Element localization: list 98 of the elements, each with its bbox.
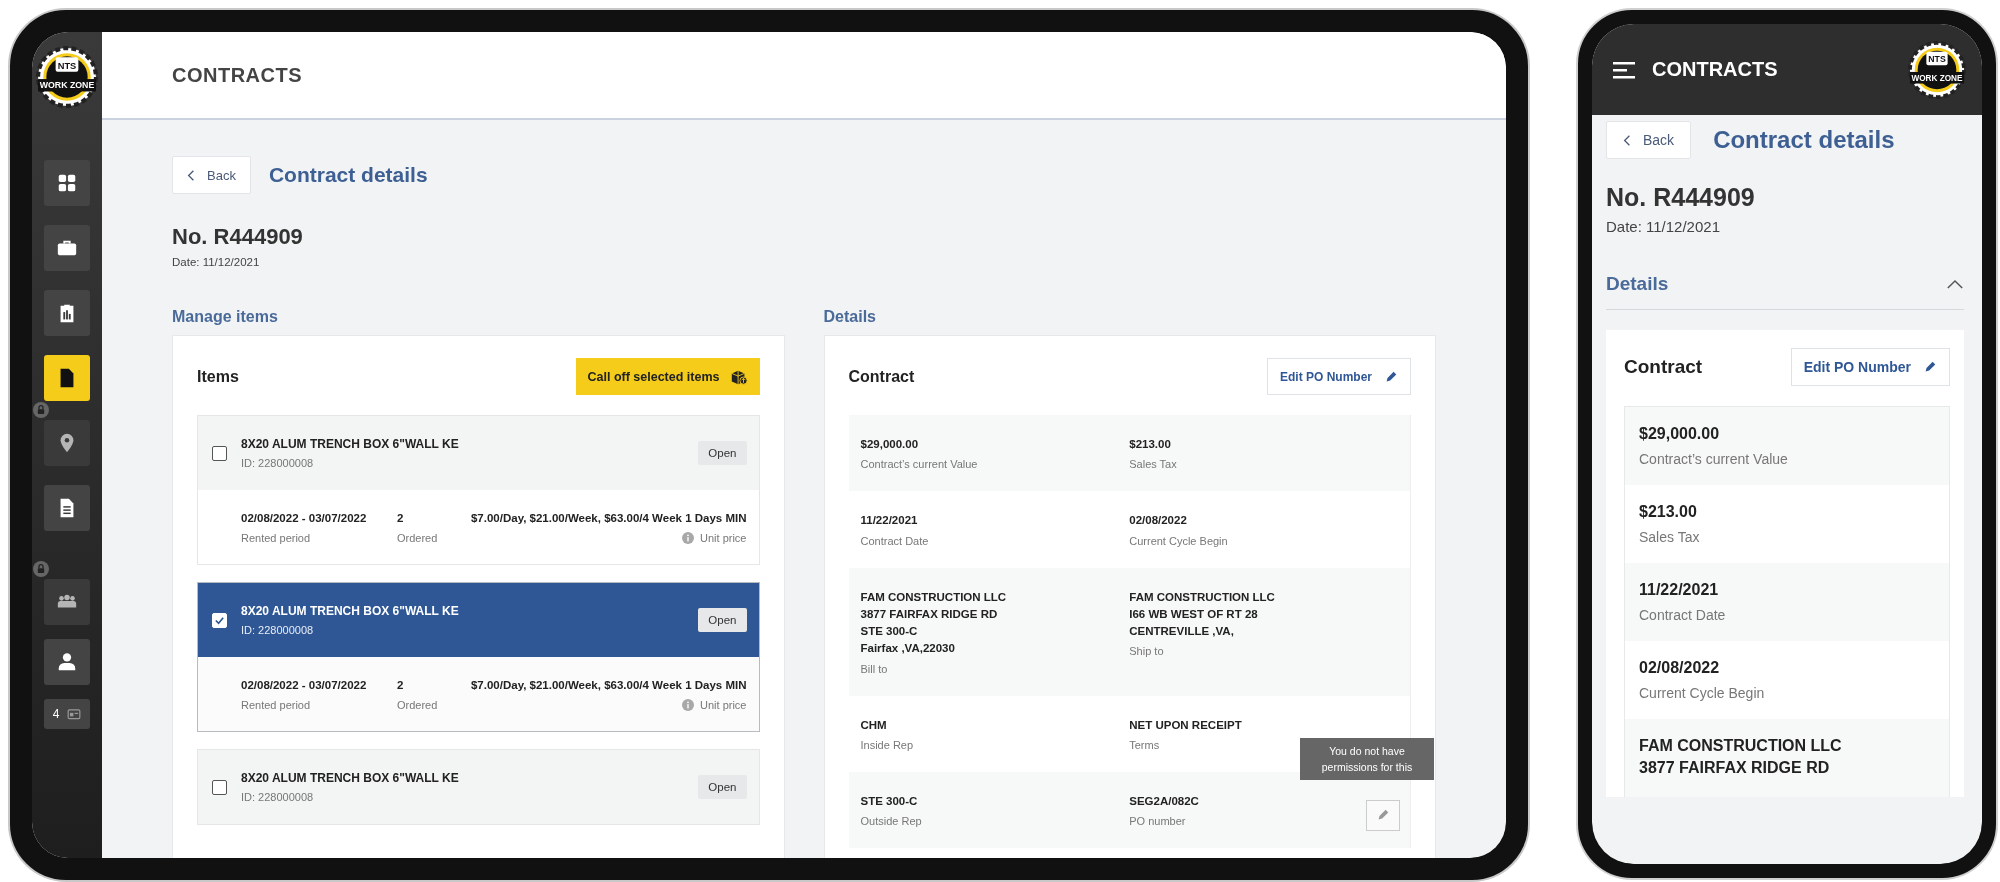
card-title: Contract <box>848 367 915 386</box>
item-header[interactable]: 8X20 ALUM TRENCH BOX 6"WALL KE ID: 228000008 Open <box>198 583 759 657</box>
field-label: Ship to <box>1129 645 1164 658</box>
unit-price-value: $7.00/Day, $21.00/Week, $63.00/4 Week 1 Days MIN <box>469 677 747 693</box>
user-icon <box>56 651 78 673</box>
sidebar-item[interactable] <box>44 225 90 271</box>
field-label: Sales Tax <box>1639 529 1700 546</box>
calendar-counter[interactable]: 4 <box>44 699 90 729</box>
card-title: Contract <box>1624 356 1703 378</box>
field-value: SEG2A/082C <box>1129 793 1199 809</box>
field-label: Terms <box>1129 738 1160 751</box>
unit-price-label: Unit price <box>700 699 747 712</box>
item-name: 8X20 ALUM TRENCH BOX 6"WALL KE <box>241 604 460 618</box>
field-value: 02/08/2022 <box>1639 658 1720 678</box>
field-value: $29,000.00 <box>860 437 919 452</box>
sidebar-item[interactable] <box>44 485 90 531</box>
field-label: Contract Date <box>860 534 929 547</box>
contract-number: No. R444909 <box>1606 183 1756 212</box>
ordered-value: 2 <box>397 510 405 526</box>
field-label: Sales Tax <box>1129 458 1177 471</box>
work-zone-logo: NTS WORK ZONE <box>36 46 98 108</box>
page-header-title: CONTRACTS <box>1652 58 1779 81</box>
counter-value: 4 <box>52 707 60 721</box>
card-title: Items <box>197 367 239 386</box>
calendar-icon <box>67 708 82 720</box>
field-value: FAM CONSTRUCTION LLC 3877 FAIRFAX RIDGE RD STE 300-C Fairfax ,VA,22030 <box>860 589 1007 657</box>
ordered-label: Ordered <box>397 532 439 545</box>
pencil-icon <box>1923 360 1937 374</box>
rented-period-value: 02/08/2022 - 03/07/2022 <box>241 677 368 693</box>
field-label: Contract’s current Value <box>1639 451 1788 468</box>
field-value: FAM CONSTRUCTION LLC 3877 FAIRFAX RIDGE RD <box>1639 736 1842 779</box>
edit-po-number-button[interactable]: Edit PO Number <box>1790 348 1950 386</box>
section-heading: Details <box>1606 273 1669 295</box>
unit-price-label: Unit price <box>700 532 747 545</box>
open-button[interactable]: Open <box>698 608 747 632</box>
details-section-header[interactable]: Details <box>1606 273 1964 310</box>
field-label: Outside Rep <box>860 815 922 827</box>
sidebar-item[interactable] <box>44 420 90 466</box>
chevron-icon[interactable] <box>1946 278 1964 290</box>
field-value: $213.00 <box>1129 437 1171 452</box>
sidebar-item[interactable] <box>44 160 90 206</box>
rented-period-value: 02/08/2022 - 03/07/2022 <box>241 510 368 526</box>
open-button[interactable]: Open <box>698 441 747 465</box>
checkbox[interactable] <box>212 779 227 795</box>
field-value: STE 300-C <box>860 793 918 809</box>
item-header[interactable]: 8X20 ALUM TRENCH BOX 6"WALL KE ID: 228000008 Open <box>198 750 759 824</box>
open-button[interactable]: Open <box>698 775 747 799</box>
rented-period-label: Rented period <box>241 699 312 712</box>
item-name: 8X20 ALUM TRENCH BOX 6"WALL KE <box>241 437 460 451</box>
field-label: Contract’s current Value <box>860 458 978 471</box>
sidebar-item[interactable] <box>44 355 90 401</box>
field-value: FAM CONSTRUCTION LLC I66 WB WEST OF RT 28 CENTREVILLE ,VA, <box>1129 589 1275 639</box>
menu-icon[interactable] <box>1612 59 1636 80</box>
item-header[interactable]: 8X20 ALUM TRENCH BOX 6"WALL KE ID: 228000008 Open <box>198 416 759 490</box>
field-label: Inside Rep <box>860 738 914 751</box>
sidebar-item[interactable] <box>44 290 90 336</box>
unit-price-value: $7.00/Day, $21.00/Week, $63.00/4 Week 1 Days MIN <box>469 510 747 526</box>
sidebar-item[interactable] <box>44 579 90 625</box>
item-name: 8X20 ALUM TRENCH BOX 6"WALL KE <box>241 771 460 785</box>
contract-number: No. R444909 <box>172 224 304 250</box>
edit-po-number-button[interactable]: Edit PO Number <box>1267 358 1411 395</box>
field-value: 11/22/2021 <box>860 513 918 529</box>
field-value: CHM <box>860 717 887 733</box>
back-button[interactable]: Back <box>172 156 251 194</box>
pencil-icon <box>1384 369 1398 384</box>
back-button[interactable]: Back <box>1606 121 1692 159</box>
chevron-left-icon <box>187 168 195 182</box>
field-value: 02/08/2022 <box>1129 513 1187 529</box>
item-id: ID: 228000008 <box>241 791 315 803</box>
field-value: 11/22/2021 <box>1639 580 1719 600</box>
sidebar-item[interactable] <box>44 639 90 685</box>
permission-tooltip: You do not have permissions for this <box>1300 737 1434 781</box>
field-label: Current Cycle Begin <box>1639 685 1765 702</box>
field-label: Current Cycle Begin <box>1129 534 1228 547</box>
contract-date: Date: 11/12/2021 <box>1606 218 1721 235</box>
field-label: Bill to <box>860 662 888 675</box>
rented-period-label: Rented period <box>241 532 312 545</box>
contract-date: Date: 11/12/2021 <box>172 256 261 268</box>
chevron-left-icon <box>1623 133 1631 147</box>
checkbox[interactable] <box>212 445 227 461</box>
field-value: NET UPON RECEIPT <box>1129 717 1242 733</box>
section-heading: Manage items <box>172 308 279 326</box>
ordered-value: 2 <box>397 677 405 693</box>
check-icon <box>214 614 225 626</box>
grid-icon <box>56 172 78 194</box>
field-value: $213.00 <box>1639 502 1697 522</box>
item-id: ID: 228000008 <box>241 624 315 636</box>
edit-button[interactable] <box>1366 799 1400 831</box>
ordered-label: Ordered <box>397 699 439 712</box>
field-label: Contract Date <box>1639 607 1726 624</box>
page-header-title: CONTRACTS <box>172 63 303 87</box>
section-heading: Details <box>823 308 877 326</box>
field-label: PO number <box>1129 815 1186 827</box>
call-off-button[interactable]: Call off selected items <box>575 358 760 395</box>
page-title: Contract details <box>1713 126 1895 154</box>
field-value: $29,000.00 <box>1639 424 1720 444</box>
page-title: Contract details <box>268 163 428 187</box>
item-id: ID: 228000008 <box>241 457 315 469</box>
